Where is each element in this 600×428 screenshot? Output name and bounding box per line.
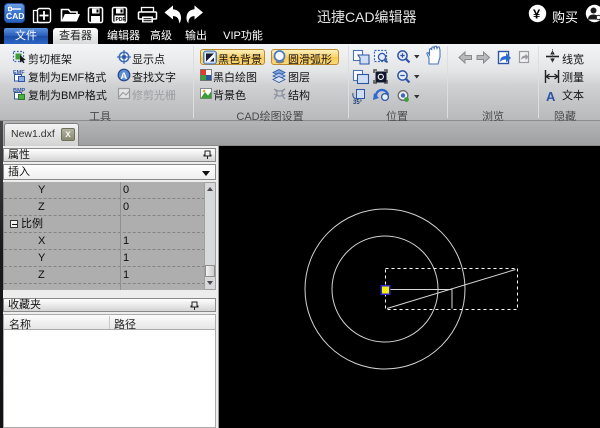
svg-text:A: A <box>120 71 127 82</box>
svg-text:35°: 35° <box>353 100 363 106</box>
svg-text:¥: ¥ <box>533 7 541 22</box>
svg-text:A: A <box>546 89 556 104</box>
svg-text:PDF: PDF <box>116 17 126 23</box>
